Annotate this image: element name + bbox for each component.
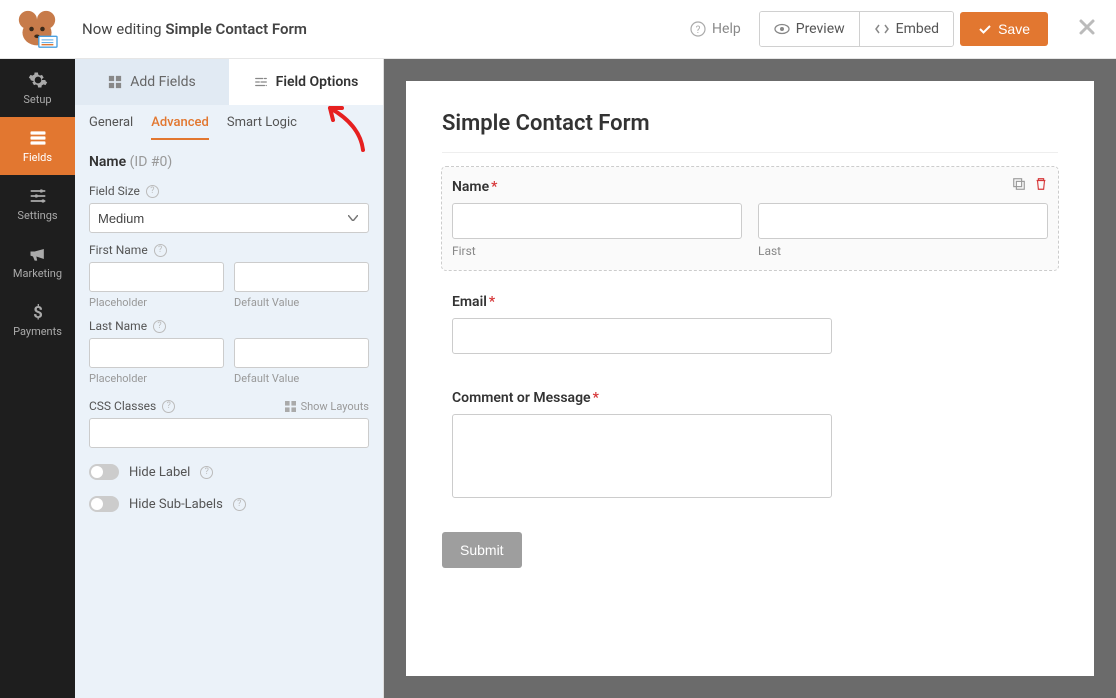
nav-marketing-label: Marketing — [13, 267, 62, 280]
preview-email-field[interactable]: Email* — [442, 282, 1058, 366]
sliders-small-icon — [254, 75, 268, 89]
svg-text:$: $ — [33, 304, 43, 322]
left-nav: Setup Fields Settings Marketing $ Paymen… — [0, 59, 75, 698]
field-size-select[interactable]: Medium — [89, 203, 369, 233]
nav-setup-label: Setup — [23, 93, 51, 106]
trash-icon[interactable] — [1034, 177, 1048, 191]
form-name-title: Simple Contact Form — [165, 20, 307, 38]
preview-embed-group: Preview Embed — [759, 11, 954, 47]
code-icon — [874, 21, 890, 37]
last-name-label: Last Name ? — [89, 319, 369, 333]
preview-form-title: Simple Contact Form — [442, 111, 1058, 153]
tab-add-fields-label: Add Fields — [130, 74, 196, 90]
placeholder-sublabel: Placeholder — [89, 296, 224, 309]
layouts-icon — [285, 401, 296, 412]
first-name-label: First Name ? — [89, 243, 369, 257]
help-icon: ? — [690, 21, 706, 37]
nav-marketing[interactable]: Marketing — [0, 233, 75, 291]
placeholder-sublabel: Placeholder — [89, 372, 224, 385]
help-icon[interactable]: ? — [200, 466, 213, 479]
default-value-sublabel: Default Value — [234, 296, 369, 309]
preview-email-input[interactable] — [452, 318, 832, 354]
default-value-sublabel: Default Value — [234, 372, 369, 385]
css-classes-label: CSS Classes ? — [89, 399, 175, 413]
nav-settings[interactable]: Settings — [0, 175, 75, 233]
preview-email-label: Email* — [452, 294, 1048, 310]
hide-label-toggle[interactable] — [89, 464, 119, 480]
hide-sublabels-text: Hide Sub-Labels — [129, 497, 223, 512]
help-link[interactable]: ? Help — [678, 21, 753, 37]
save-label: Save — [998, 21, 1030, 37]
preview-comment-textarea[interactable] — [452, 414, 832, 498]
subtab-smart-logic[interactable]: Smart Logic — [227, 115, 297, 140]
tab-field-options-label: Field Options — [276, 74, 359, 90]
preview-last-sublabel: Last — [758, 244, 1048, 258]
help-icon[interactable]: ? — [146, 185, 159, 198]
grid-icon — [108, 75, 122, 89]
close-builder-button[interactable] — [1078, 17, 1096, 42]
form-preview: Simple Contact Form Name* First — [406, 81, 1094, 676]
preview-first-input[interactable] — [452, 203, 742, 239]
preview-name-field[interactable]: Name* First Last — [442, 167, 1058, 270]
save-button[interactable]: Save — [960, 12, 1048, 46]
hide-sublabels-toggle[interactable] — [89, 496, 119, 512]
fields-icon — [28, 128, 48, 148]
field-size-label: Field Size ? — [89, 184, 369, 198]
help-icon[interactable]: ? — [153, 320, 166, 333]
sliders-icon — [28, 186, 48, 206]
field-options-sidebar: Add Fields Field Options General Advance… — [75, 59, 384, 698]
preview-label: Preview — [796, 21, 845, 37]
preview-last-input[interactable] — [758, 203, 1048, 239]
gear-icon — [28, 70, 48, 90]
top-header: Now editing Simple Contact Form ? Help P… — [0, 0, 1116, 59]
css-classes-input[interactable] — [89, 418, 369, 448]
show-layouts-label: Show Layouts — [301, 400, 369, 413]
hide-label-text: Hide Label — [129, 465, 190, 480]
subtab-advanced[interactable]: Advanced — [151, 115, 209, 140]
nav-settings-label: Settings — [17, 209, 57, 222]
nav-setup[interactable]: Setup — [0, 59, 75, 117]
tab-add-fields[interactable]: Add Fields — [75, 59, 229, 105]
help-icon[interactable]: ? — [154, 244, 167, 257]
help-icon[interactable]: ? — [162, 400, 175, 413]
show-layouts-link[interactable]: Show Layouts — [285, 400, 369, 413]
embed-label: Embed — [896, 21, 939, 37]
preview-submit-button[interactable]: Submit — [442, 532, 522, 568]
preview-first-sublabel: First — [452, 244, 742, 258]
help-label: Help — [712, 21, 741, 37]
preview-comment-label: Comment or Message* — [452, 390, 1048, 406]
nav-payments-label: Payments — [13, 325, 62, 338]
svg-text:?: ? — [696, 25, 701, 36]
nav-payments[interactable]: $ Payments — [0, 291, 75, 349]
megaphone-icon — [28, 244, 48, 264]
preview-comment-field[interactable]: Comment or Message* — [442, 378, 1058, 510]
editing-label: Now editing Simple Contact Form — [82, 20, 307, 38]
first-name-placeholder-input[interactable] — [89, 262, 224, 292]
duplicate-icon[interactable] — [1012, 177, 1026, 191]
first-name-default-input[interactable] — [234, 262, 369, 292]
help-icon[interactable]: ? — [233, 498, 246, 511]
field-heading-name: Name — [89, 154, 126, 170]
preview-button[interactable]: Preview — [760, 12, 859, 46]
nav-fields[interactable]: Fields — [0, 117, 75, 175]
field-heading: Name (ID #0) — [89, 154, 369, 170]
check-icon — [978, 22, 992, 36]
preview-canvas: Simple Contact Form Name* First — [384, 59, 1116, 698]
tab-field-options[interactable]: Field Options — [229, 59, 383, 105]
wpforms-logo — [12, 9, 62, 49]
eye-icon — [774, 21, 790, 37]
now-editing-text: Now editing — [82, 20, 162, 38]
embed-button[interactable]: Embed — [859, 12, 953, 46]
last-name-default-input[interactable] — [234, 338, 369, 368]
field-heading-id: (ID #0) — [130, 154, 173, 170]
last-name-placeholder-input[interactable] — [89, 338, 224, 368]
nav-fields-label: Fields — [23, 151, 52, 164]
close-icon — [1078, 18, 1096, 36]
subtab-general[interactable]: General — [89, 115, 133, 140]
dollar-icon: $ — [28, 302, 48, 322]
preview-name-label: Name* — [452, 179, 1048, 195]
